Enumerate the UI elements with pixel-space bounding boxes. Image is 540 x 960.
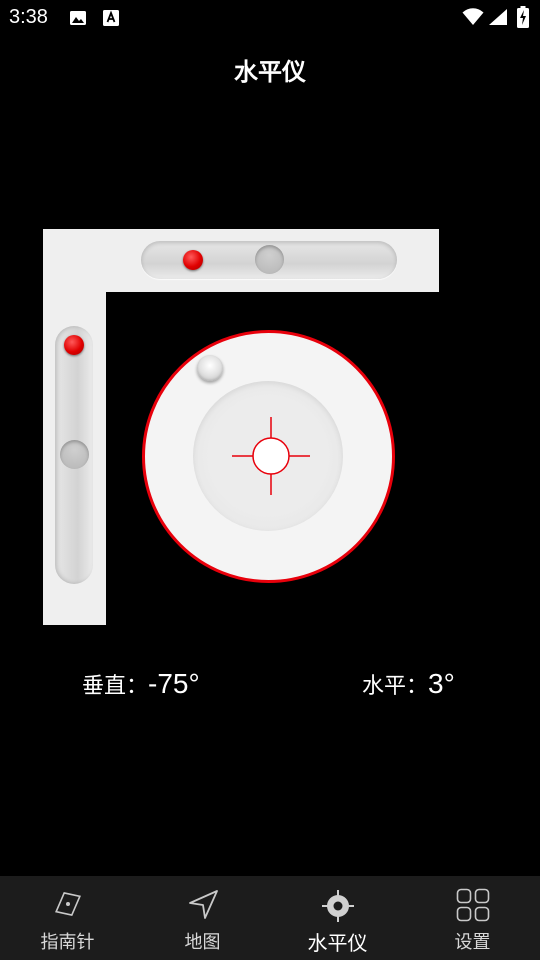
nav-label-compass: 指南针 [40,932,95,953]
status-time: 3:38 [9,6,48,28]
nav-item-map[interactable]: 地图 [135,876,270,960]
vertical-bubble [64,335,84,355]
image-icon [69,9,87,31]
horizontal-vial-center-mark [255,245,284,274]
battery-charging-icon [517,6,529,32]
horizontal-value: 3° [428,668,455,699]
signal-icon [488,8,508,30]
status-bar: 3:38 [0,0,540,38]
grid-settings-icon [456,888,490,926]
nav-item-compass[interactable]: 指南针 [0,876,135,960]
horizontal-bubble [183,250,203,270]
nav-item-settings[interactable]: 设置 [405,876,540,960]
vertical-vial-center-mark [60,440,89,469]
compass-icon [52,888,84,924]
nav-label-level: 水平仪 [307,931,368,955]
nav-label-settings: 设置 [454,932,491,953]
crosshair-icon [232,417,310,495]
nav-label-map: 地图 [184,932,221,953]
a-notification-icon [102,9,120,31]
navigation-arrow-icon [186,888,220,926]
vertical-reading: 垂直：-75° [82,668,200,700]
horizontal-reading: 水平：3° [362,668,455,700]
vertical-label: 垂直： [82,674,149,699]
nav-item-level[interactable]: 水平仪 [270,876,405,960]
bottom-navigation: 指南针 地图 水平仪 设置 [0,876,540,960]
page-title: 水平仪 [234,58,306,86]
vertical-value: -75° [148,668,200,699]
circular-bubble [197,355,223,381]
horizontal-label: 水平： [362,674,429,699]
wifi-icon [462,8,484,30]
level-target-icon [320,888,356,928]
